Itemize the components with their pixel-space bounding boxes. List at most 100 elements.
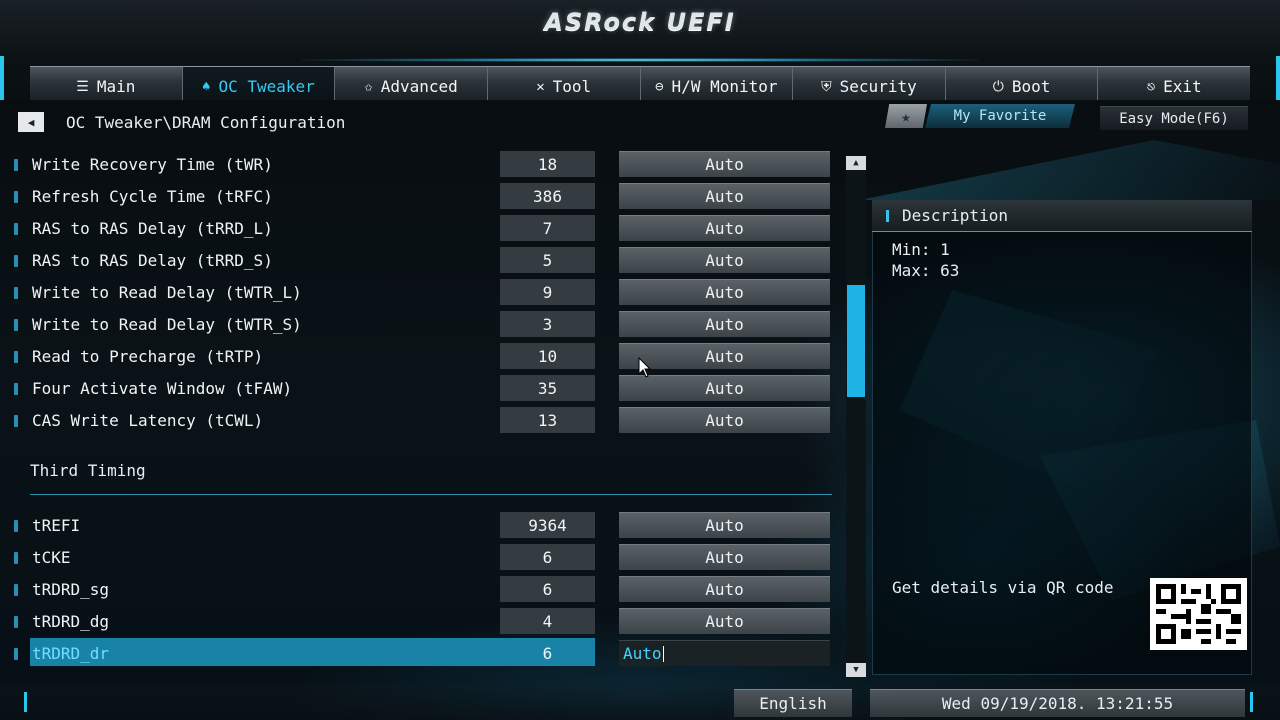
setting-current-value: 6 <box>500 544 595 570</box>
description-header: Description <box>872 200 1252 232</box>
back-arrow-icon: ◀ <box>27 115 35 129</box>
easy-mode-button[interactable]: Easy Mode(F6) <box>1100 106 1248 130</box>
tab-boot[interactable]: ⏻ Boot <box>946 67 1099 100</box>
setting-option-select[interactable]: Auto <box>619 183 830 209</box>
scroll-down-button[interactable]: ▼ <box>846 663 866 677</box>
setting-label: CAS Write Latency (tCWL) <box>32 411 264 430</box>
tab-hw-monitor[interactable]: ⊖ H/W Monitor <box>641 67 794 100</box>
setting-row[interactable]: tREFI 9364 Auto <box>0 512 840 540</box>
brand-logo: ASRock UEFI <box>544 8 736 36</box>
setting-row[interactable]: tRDRD_dg 4 Auto <box>0 608 840 636</box>
tab-exit[interactable]: ⎋ Exit <box>1098 67 1250 100</box>
setting-row[interactable]: RAS to RAS Delay (tRRD_S) 5 Auto <box>0 247 840 275</box>
header-glow <box>300 58 980 62</box>
setting-row[interactable]: CAS Write Latency (tCWL) 13 Auto <box>0 407 840 435</box>
mouse-pointer-icon <box>638 357 652 378</box>
setting-label: Write Recovery Time (tWR) <box>32 155 273 174</box>
my-favorite-button[interactable]: My Favorite <box>925 104 1075 128</box>
setting-current-value: 6 <box>500 576 595 602</box>
setting-row[interactable]: Write to Read Delay (tWTR_S) 3 Auto <box>0 311 840 339</box>
setting-label: tRDRD_sg <box>32 580 110 599</box>
item-marker-icon <box>14 383 18 395</box>
item-marker-icon <box>14 159 18 171</box>
qr-caption: Get details via QR code <box>892 578 1114 597</box>
breadcrumb: OC Tweaker\DRAM Configuration <box>66 113 346 132</box>
tab-label: H/W Monitor <box>671 77 778 96</box>
setting-row[interactable]: Refresh Cycle Time (tRFC) 386 Auto <box>0 183 840 211</box>
setting-row[interactable]: Write Recovery Time (tWR) 18 Auto <box>0 151 840 179</box>
setting-row[interactable]: tCKE 6 Auto <box>0 544 840 572</box>
setting-current-value: 10 <box>500 343 595 369</box>
setting-current-value: 6 <box>542 643 553 663</box>
setting-option-select[interactable]: Auto <box>619 576 830 602</box>
setting-option-select[interactable]: Auto <box>619 215 830 241</box>
setting-row[interactable]: Read to Precharge (tRTP) 10 Auto <box>0 343 840 371</box>
item-marker-icon <box>14 351 18 363</box>
setting-current-value: 35 <box>500 375 595 401</box>
item-marker-icon <box>14 616 18 628</box>
setting-current-value: 386 <box>500 183 595 209</box>
setting-row[interactable]: Write to Read Delay (tWTR_L) 9 Auto <box>0 279 840 307</box>
tab-label: Main <box>96 77 136 96</box>
item-marker-icon <box>14 552 18 564</box>
setting-row[interactable]: tRDRD_sg 6 Auto <box>0 576 840 604</box>
tab-oc-tweaker[interactable]: ♠ OC Tweaker <box>182 67 336 100</box>
setting-current-value: 4 <box>500 608 595 634</box>
setting-current-value: 3 <box>500 311 595 337</box>
header-accent-right <box>1276 56 1280 100</box>
setting-option-input[interactable]: Auto <box>619 640 830 666</box>
tab-tool[interactable]: ✕ Tool <box>488 67 641 100</box>
setting-label: tREFI <box>32 516 81 535</box>
setting-option-select[interactable]: Auto <box>619 407 830 433</box>
setting-current-value: 18 <box>500 151 595 177</box>
setting-label: tRDRD_dg <box>32 612 110 631</box>
scrollbar-track[interactable] <box>846 156 866 678</box>
item-marker-icon <box>14 255 18 267</box>
tab-label: Exit <box>1163 77 1202 96</box>
item-marker-icon <box>14 287 18 299</box>
setting-option-select[interactable]: Auto <box>619 608 830 634</box>
description-max: Max: 63 <box>892 261 960 280</box>
back-button[interactable]: ◀ <box>18 112 44 132</box>
description-title: Description <box>902 206 1008 225</box>
setting-row[interactable]: Four Activate Window (tFAW) 35 Auto <box>0 375 840 403</box>
setting-current-value: 9364 <box>500 512 595 538</box>
scrollbar-thumb[interactable] <box>847 285 865 397</box>
setting-option-select[interactable]: Auto <box>619 311 830 337</box>
setting-option-select[interactable]: Auto <box>619 279 830 305</box>
setting-label: Refresh Cycle Time (tRFC) <box>32 187 273 206</box>
setting-row[interactable]: RAS to RAS Delay (tRRD_L) 7 Auto <box>0 215 840 243</box>
star-icon: ★ <box>901 106 911 126</box>
text-caret <box>662 645 664 662</box>
power-icon: ⏻ <box>992 78 1004 95</box>
scroll-up-button[interactable]: ▲ <box>846 156 866 170</box>
setting-row-selected[interactable]: tRDRD_dr 6 Auto <box>0 638 840 668</box>
setting-label: Write to Read Delay (tWTR_S) <box>32 315 302 334</box>
monitor-icon: ⊖ <box>655 78 664 95</box>
setting-current-value: 7 <box>500 215 595 241</box>
favorite-star-button[interactable]: ★ <box>885 104 927 128</box>
setting-current-value: 5 <box>500 247 595 273</box>
tab-main[interactable]: ☰ Main <box>30 67 183 100</box>
setting-label: Four Activate Window (tFAW) <box>32 379 293 398</box>
item-marker-icon <box>14 223 18 235</box>
setting-option-select[interactable]: Auto <box>619 544 830 570</box>
tab-bar: ☰ Main ♠ OC Tweaker ✩ Advanced ✕ Tool ⊖ … <box>30 66 1250 100</box>
tools-icon: ✕ <box>536 78 545 95</box>
arrow-up-icon: ▲ <box>853 158 859 168</box>
item-marker-icon <box>14 584 18 596</box>
tab-security[interactable]: ⛨ Security <box>793 67 946 100</box>
footer-accent-right <box>1250 692 1253 712</box>
tab-label: Tool <box>552 77 592 96</box>
list-icon: ☰ <box>76 78 89 95</box>
item-marker-icon <box>14 520 18 532</box>
header-accent-left <box>0 56 4 100</box>
qr-code-icon <box>1150 578 1247 650</box>
datetime-display[interactable]: Wed 09/19/2018. 13:21:55 <box>870 689 1245 717</box>
setting-option-select[interactable]: Auto <box>619 512 830 538</box>
setting-label: RAS to RAS Delay (tRRD_S) <box>32 251 273 270</box>
setting-option-select[interactable]: Auto <box>619 151 830 177</box>
language-button[interactable]: English <box>734 689 852 717</box>
setting-option-select[interactable]: Auto <box>619 247 830 273</box>
tab-advanced[interactable]: ✩ Advanced <box>335 67 488 100</box>
